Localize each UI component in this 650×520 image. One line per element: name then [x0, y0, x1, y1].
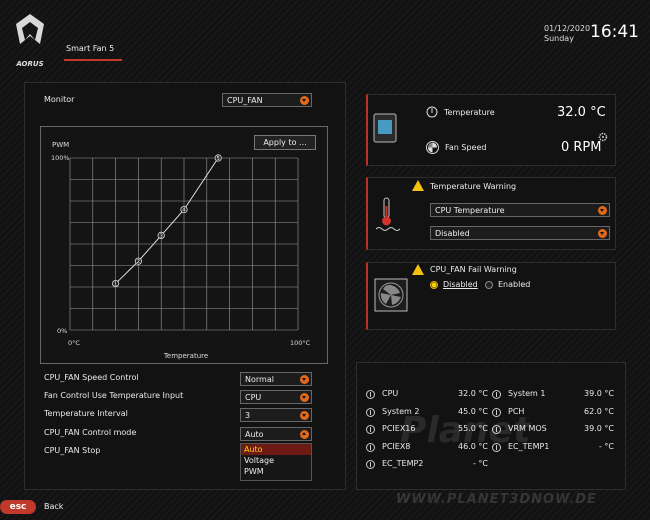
fan-icon: [426, 141, 439, 154]
fail-option-enabled[interactable]: Enabled: [498, 280, 530, 289]
sensor-value: - °C: [598, 442, 614, 451]
thermometer-icon: [366, 390, 375, 399]
chart-grid: [69, 157, 299, 331]
temperature-label: Temperature: [444, 108, 495, 117]
warning-source-value: CPU Temperature: [435, 206, 505, 215]
time-display: 16:41: [590, 22, 639, 42]
temperature-input-value: CPU: [245, 393, 262, 402]
curve-point-label: 5: [217, 156, 220, 162]
curve-point-label: 2: [137, 259, 140, 265]
sensor-value: - °C: [472, 459, 488, 468]
thermometer-icon: [366, 425, 375, 434]
fan-fail-warning-title: CPU_FAN Fail Warning: [430, 265, 517, 274]
brand-text: AORUS: [15, 60, 43, 68]
option-pwm[interactable]: PWM: [241, 466, 311, 477]
tab-smart-fan[interactable]: Smart Fan 5: [66, 44, 124, 53]
sensor-value: 62.0 °C: [584, 407, 614, 416]
watermark-site: WWW.PLANET3DNOW.DE: [396, 492, 597, 507]
thermometer-icon: [492, 390, 501, 399]
thermometer-icon: [366, 443, 375, 452]
thermometer-icon: [426, 106, 438, 118]
fan-speed-value: 0 RPM: [561, 140, 602, 155]
temperature-input-label: Fan Control Use Temperature Input: [44, 391, 184, 400]
fan-curve-chart[interactable]: 1 2 3 4 5 PWM 100% 0% 0°C 100°C Temperature: [40, 140, 328, 364]
fan-curve-line: [115, 157, 219, 284]
control-mode-label: CPU_FAN Control mode: [44, 428, 137, 437]
y-tick-100: 100%: [51, 154, 70, 162]
esc-button[interactable]: esc: [0, 500, 36, 514]
aorus-logo: AORUS: [15, 14, 44, 68]
fan-speed-label: Fan Speed: [445, 143, 487, 152]
curve-point-label: 4: [182, 208, 185, 214]
watermark-logo: Planet: [400, 410, 531, 451]
warning-icon: [412, 264, 424, 275]
x-tick-100: 100°C: [290, 339, 311, 347]
curve-point-label: 1: [114, 282, 117, 288]
curve-point-label: 3: [160, 233, 163, 239]
temperature-interval-value: 3: [245, 411, 251, 420]
control-mode-options: Auto Voltage PWM: [240, 443, 312, 481]
sensor-value: 39.0 °C: [584, 389, 614, 398]
speed-control-select[interactable]: Normal: [240, 372, 312, 386]
gear-icon[interactable]: [598, 132, 608, 142]
control-mode-select[interactable]: Auto: [240, 427, 312, 441]
option-auto[interactable]: Auto: [241, 444, 311, 455]
date-text: 01/12/2020: [544, 24, 591, 33]
monitor-label: Monitor: [44, 95, 75, 104]
chevron-down-icon: [300, 411, 309, 420]
chevron-down-icon: [300, 96, 309, 105]
warning-value-text: Disabled: [435, 229, 470, 238]
fail-option-disabled[interactable]: Disabled: [443, 280, 478, 289]
radio-enabled[interactable]: [485, 281, 493, 289]
sensor-name: System 1: [508, 389, 546, 398]
chevron-up-icon: [300, 430, 309, 439]
option-voltage[interactable]: Voltage: [241, 455, 311, 466]
temperature-input-select[interactable]: CPU: [240, 390, 312, 404]
sensor-name: CPU: [382, 389, 399, 398]
temperature-interval-select[interactable]: 3: [240, 408, 312, 422]
speed-control-value: Normal: [245, 375, 274, 384]
thermometer-heat-icon: [375, 197, 401, 231]
x-tick-0: 0°C: [68, 339, 80, 347]
temperature-interval-label: Temperature Interval: [44, 409, 128, 418]
fan-unit-icon: [374, 278, 408, 312]
chevron-down-icon: [598, 229, 607, 238]
y-axis-label: PWM: [52, 141, 69, 149]
fan-stop-label: CPU_FAN Stop: [44, 446, 101, 455]
thermometer-icon: [366, 408, 375, 417]
sensor-name: EC_TEMP2: [382, 459, 424, 468]
back-label[interactable]: Back: [44, 502, 63, 511]
x-axis-label: Temperature: [163, 352, 208, 360]
date-display: 01/12/2020 Sunday: [544, 24, 590, 44]
monitor-fan-value: CPU_FAN: [227, 96, 263, 105]
speed-control-label: CPU_FAN Speed Control: [44, 373, 139, 382]
warning-value-select[interactable]: Disabled: [430, 226, 610, 240]
tab-active-underline: [64, 59, 122, 61]
fan-device-icon: [373, 113, 397, 143]
radio-disabled[interactable]: [430, 281, 438, 289]
control-mode-value: Auto: [245, 430, 264, 439]
chevron-down-icon: [300, 375, 309, 384]
chevron-down-icon: [300, 393, 309, 402]
fan-curve-points: 1 2 3 4 5: [112, 154, 222, 288]
day-text: Sunday: [544, 34, 574, 43]
sensor-value: 32.0 °C: [458, 389, 488, 398]
temperature-value: 32.0 °C: [557, 105, 606, 120]
monitor-fan-select[interactable]: CPU_FAN: [222, 93, 312, 107]
y-tick-0: 0%: [57, 327, 67, 335]
chevron-down-icon: [598, 206, 607, 215]
thermometer-icon: [366, 460, 375, 469]
warning-source-select[interactable]: CPU Temperature: [430, 203, 610, 217]
sensor-value: 39.0 °C: [584, 424, 614, 433]
warning-icon: [412, 180, 424, 191]
temperature-warning-title: Temperature Warning: [430, 182, 517, 191]
